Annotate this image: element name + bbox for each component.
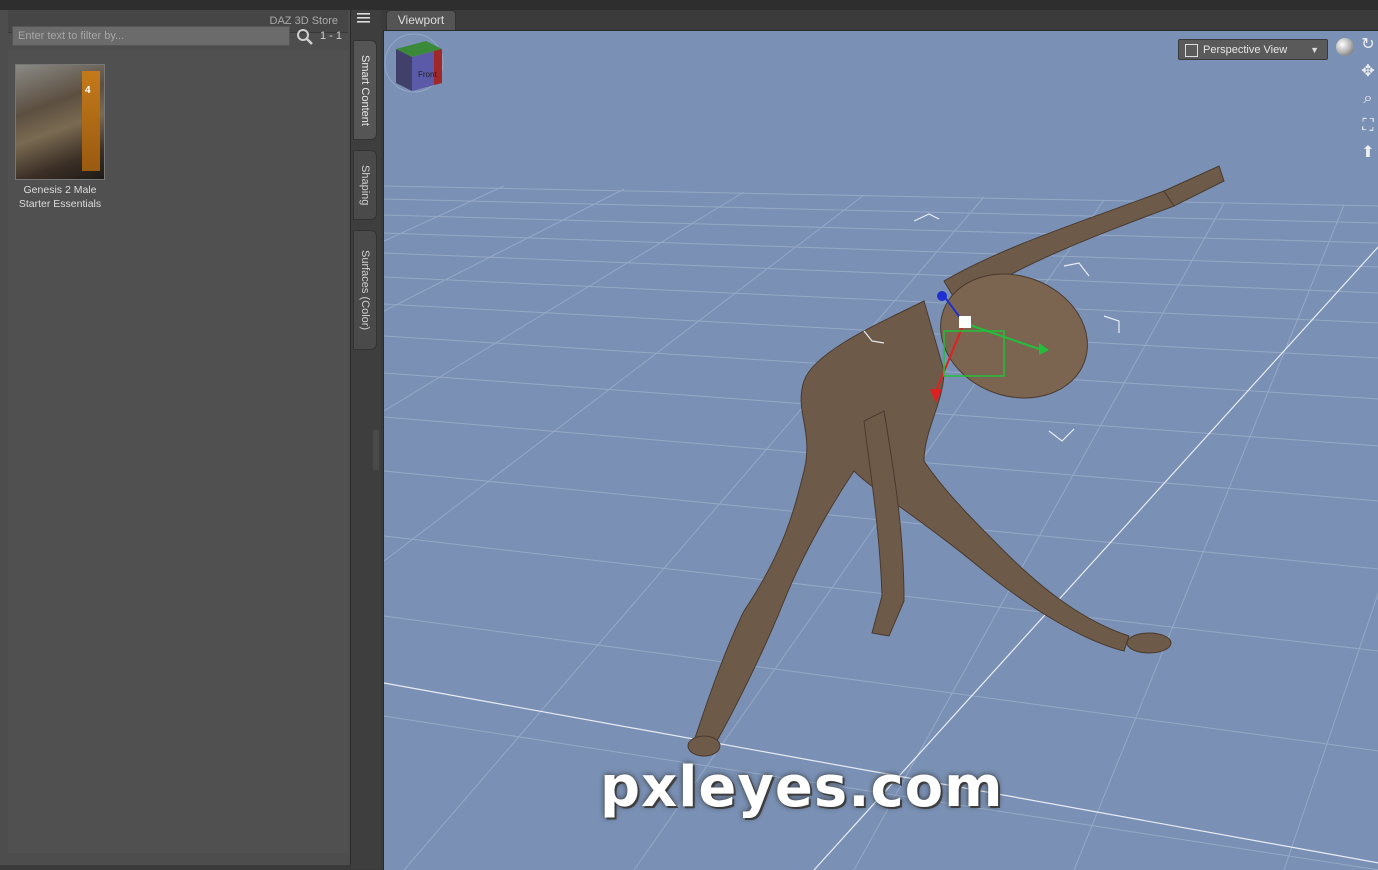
cube-face-label: Front — [418, 70, 437, 79]
viewport-scene — [384, 165, 1378, 870]
view-cube[interactable]: Front — [384, 31, 446, 93]
view-select-dropdown[interactable]: Perspective View ▼ — [1178, 39, 1328, 60]
result-count: 1 - 1 — [320, 30, 343, 42]
product-label[interactable]: Genesis 2 Male Starter Essentials — [10, 183, 110, 211]
figure-left-foot — [687, 735, 721, 757]
watermark: pxleyes.com — [600, 755, 1004, 820]
draw-style-icon[interactable] — [1336, 38, 1354, 56]
orbit-icon[interactable]: ↻ — [1359, 36, 1377, 54]
pan-icon[interactable]: ✥ — [1359, 63, 1377, 81]
tab-shaping[interactable]: Shaping — [353, 150, 377, 220]
product-box-art: 4 — [82, 71, 100, 171]
frame-icon[interactable]: ⛶ — [1359, 117, 1377, 135]
zoom-icon[interactable]: ⌕ — [1359, 90, 1377, 108]
tab-viewport[interactable]: Viewport — [386, 10, 456, 30]
tab-surfaces[interactable]: Surfaces (Color) — [353, 230, 377, 350]
3d-viewport[interactable]: Perspective View ▼ Front ↻ ✥ ⌕ ⛶ ⬆ — [383, 30, 1378, 870]
navigation-tools: ↻ ✥ ⌕ ⛶ ⬆ — [1359, 36, 1378, 206]
filter-input[interactable] — [12, 26, 290, 46]
reset-view-icon[interactable]: ⬆ — [1359, 144, 1377, 162]
panel-splitter-handle[interactable] — [373, 430, 379, 470]
product-thumbnail[interactable]: 4 — [15, 64, 105, 180]
figure-hand — [1163, 165, 1225, 207]
figure-right-foot — [1126, 632, 1172, 654]
top-strip — [0, 0, 1378, 10]
panel-menu-icon[interactable] — [353, 10, 375, 26]
search-icon[interactable] — [296, 28, 314, 46]
chevron-down-icon: ▼ — [1310, 45, 1319, 55]
viewport-tab-bar — [381, 10, 1378, 30]
tab-smart-content[interactable]: Smart Content — [353, 40, 377, 140]
genesis-figure[interactable] — [687, 165, 1225, 757]
camera-icon — [1185, 44, 1198, 57]
